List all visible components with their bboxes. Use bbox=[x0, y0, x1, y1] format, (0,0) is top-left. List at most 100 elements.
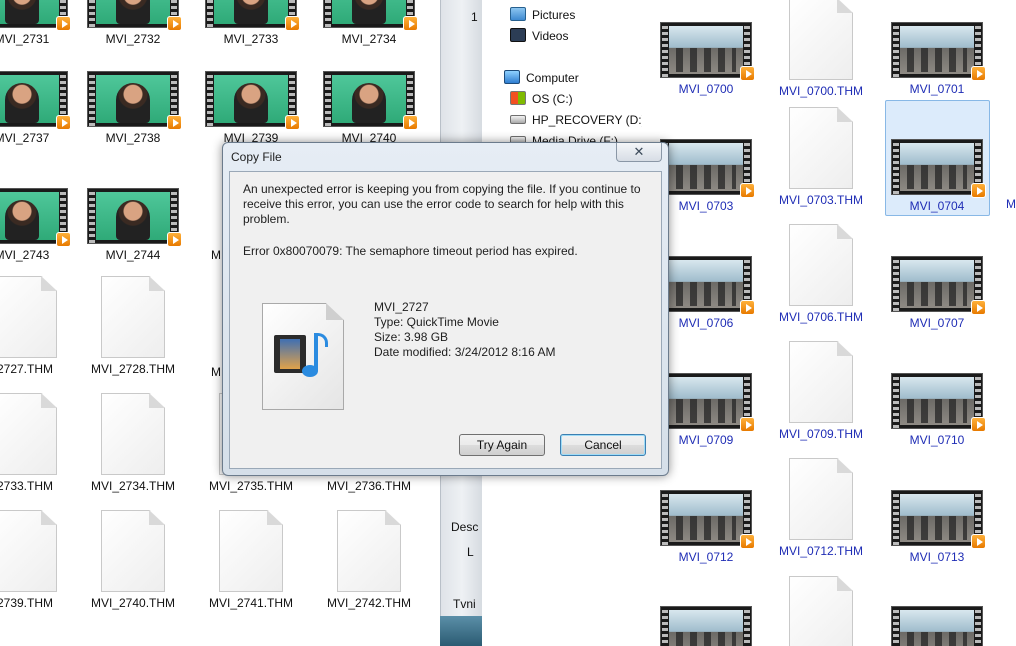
file-name: MVI_2744 bbox=[105, 248, 161, 262]
file-tile[interactable]: MVI_2734 bbox=[314, 0, 424, 46]
video-thumbnail bbox=[0, 188, 71, 247]
file-tile-selected[interactable]: MVI_0704 bbox=[882, 139, 992, 213]
videos-icon bbox=[510, 28, 526, 42]
file-tile[interactable]: MVI_0703.THM bbox=[766, 107, 876, 207]
copy-file-dialog: Copy File ✕ An unexpected error is keepi… bbox=[222, 142, 669, 476]
file-tile[interactable]: MVI_2731 bbox=[0, 0, 77, 46]
video-thumbnail bbox=[660, 373, 755, 432]
os-drive-icon bbox=[510, 91, 526, 105]
error-code: Error 0x80070079: The semaphore timeout … bbox=[243, 244, 578, 258]
quicktime-file-icon bbox=[262, 303, 344, 410]
file-tile[interactable]: MVI_2740.THM bbox=[78, 510, 188, 610]
document-icon bbox=[101, 276, 165, 358]
file-name: MVI_0712.THM bbox=[778, 544, 864, 558]
file-tile[interactable]: MVI_0713 bbox=[882, 490, 992, 564]
play-icon bbox=[167, 232, 182, 247]
file-tile[interactable]: 2733.THM bbox=[0, 393, 80, 493]
file-tile[interactable]: MVI_0712 bbox=[651, 490, 761, 564]
file-tile[interactable]: MVI_2744 bbox=[78, 188, 188, 262]
nav-item-pictures[interactable]: Pictures bbox=[510, 6, 575, 24]
file-tile[interactable]: 2739.THM bbox=[0, 510, 80, 610]
try-again-button[interactable]: Try Again bbox=[459, 434, 545, 456]
file-tile[interactable]: MVI_2741.THM bbox=[196, 510, 306, 610]
strip-label: 1 bbox=[471, 10, 478, 24]
file-name: MVI_2733 bbox=[223, 32, 279, 46]
music-note-icon bbox=[302, 333, 328, 383]
strip-label: Tvni bbox=[453, 597, 476, 611]
cancel-button[interactable]: Cancel bbox=[560, 434, 646, 456]
file-name: MVI_2734.THM bbox=[90, 479, 176, 493]
play-icon bbox=[740, 183, 755, 198]
document-icon bbox=[789, 0, 853, 80]
file-name: MVI_0700 bbox=[678, 82, 734, 96]
file-name: MVI_0709.THM bbox=[778, 427, 864, 441]
file-tile[interactable]: MVI_2739 bbox=[196, 71, 306, 145]
file-tile[interactable]: MVI_2737 bbox=[0, 71, 77, 145]
dialog-title: Copy File bbox=[231, 150, 282, 164]
file-name: MVI_2742.THM bbox=[326, 596, 412, 610]
file-name: MVI_2728.THM bbox=[90, 362, 176, 376]
file-name: MVI_2743 bbox=[0, 248, 50, 262]
file-name: MVI_0703.THM bbox=[778, 193, 864, 207]
file-tile[interactable]: 2727.THM bbox=[0, 276, 80, 376]
play-icon bbox=[971, 417, 986, 432]
file-tile[interactable]: MVI_2738 bbox=[78, 71, 188, 145]
video-thumbnail bbox=[891, 256, 986, 315]
nav-item-hp-recovery[interactable]: HP_RECOVERY (D:) bbox=[510, 111, 642, 129]
file-info-modified: Date modified: 3/24/2012 8:16 AM bbox=[374, 345, 556, 359]
nav-item-computer[interactable]: Computer bbox=[504, 69, 579, 87]
video-thumbnail bbox=[891, 606, 983, 646]
play-icon bbox=[403, 115, 418, 130]
file-tile[interactable]: MVI_2740 bbox=[314, 71, 424, 145]
file-name: MVI_2741.THM bbox=[208, 596, 294, 610]
video-thumbnail bbox=[660, 490, 755, 549]
file-tile[interactable]: MVI_0700.THM bbox=[766, 0, 876, 98]
video-thumbnail bbox=[660, 606, 752, 646]
file-tile[interactable]: MVI_0700 bbox=[651, 22, 761, 96]
play-icon bbox=[167, 16, 182, 31]
nav-item-videos[interactable]: Videos bbox=[510, 27, 568, 45]
file-name: MVI_2732 bbox=[105, 32, 161, 46]
file-info-name: MVI_2727 bbox=[374, 300, 429, 314]
file-tile[interactable] bbox=[766, 576, 876, 646]
video-thumbnail bbox=[891, 373, 986, 432]
file-tile[interactable]: MVI_2743 bbox=[0, 188, 77, 262]
nav-item-os-drive[interactable]: OS (C:) bbox=[510, 90, 573, 108]
file-tile[interactable]: MVI_0707 bbox=[882, 256, 992, 330]
dialog-body: An unexpected error is keeping you from … bbox=[229, 171, 662, 469]
file-name: MVI_2740.THM bbox=[90, 596, 176, 610]
drive-icon bbox=[510, 115, 526, 124]
file-name: MVI_0710 bbox=[909, 433, 965, 447]
file-name: 2739.THM bbox=[0, 596, 54, 610]
document-icon bbox=[219, 510, 283, 592]
play-icon bbox=[56, 16, 71, 31]
file-tile[interactable]: MVI_0701 bbox=[882, 22, 992, 96]
file-tile[interactable]: MVI_2728.THM bbox=[78, 276, 188, 376]
file-tile[interactable]: MVI_0709.THM bbox=[766, 341, 876, 441]
close-button[interactable]: ✕ bbox=[616, 143, 662, 162]
file-tile[interactable]: MVI_2734.THM bbox=[78, 393, 188, 493]
file-tile[interactable] bbox=[882, 606, 992, 646]
document-icon bbox=[789, 224, 853, 306]
file-tile[interactable]: MVI_2742.THM bbox=[314, 510, 424, 610]
document-icon bbox=[101, 393, 165, 475]
file-name: MVI_2736.THM bbox=[326, 479, 412, 493]
file-tile[interactable]: MVI_0712.THM bbox=[766, 458, 876, 558]
play-icon bbox=[740, 417, 755, 432]
file-tile[interactable]: MVI_2732 bbox=[78, 0, 188, 46]
play-icon bbox=[971, 300, 986, 315]
film-icon bbox=[274, 335, 306, 373]
video-thumbnail bbox=[87, 0, 182, 31]
play-icon bbox=[740, 300, 755, 315]
file-tile[interactable]: MVI_2733 bbox=[196, 0, 306, 46]
play-icon bbox=[403, 16, 418, 31]
pictures-icon bbox=[510, 7, 526, 21]
file-name: MVI_0704 bbox=[909, 199, 965, 213]
play-icon bbox=[971, 66, 986, 81]
file-name: MVI_2731 bbox=[0, 32, 50, 46]
file-tile[interactable] bbox=[651, 606, 761, 646]
file-tile[interactable]: MVI_0710 bbox=[882, 373, 992, 447]
document-icon bbox=[0, 510, 57, 592]
file-tile[interactable]: MVI_0706.THM bbox=[766, 224, 876, 324]
file-info-type: Type: QuickTime Movie bbox=[374, 315, 499, 329]
